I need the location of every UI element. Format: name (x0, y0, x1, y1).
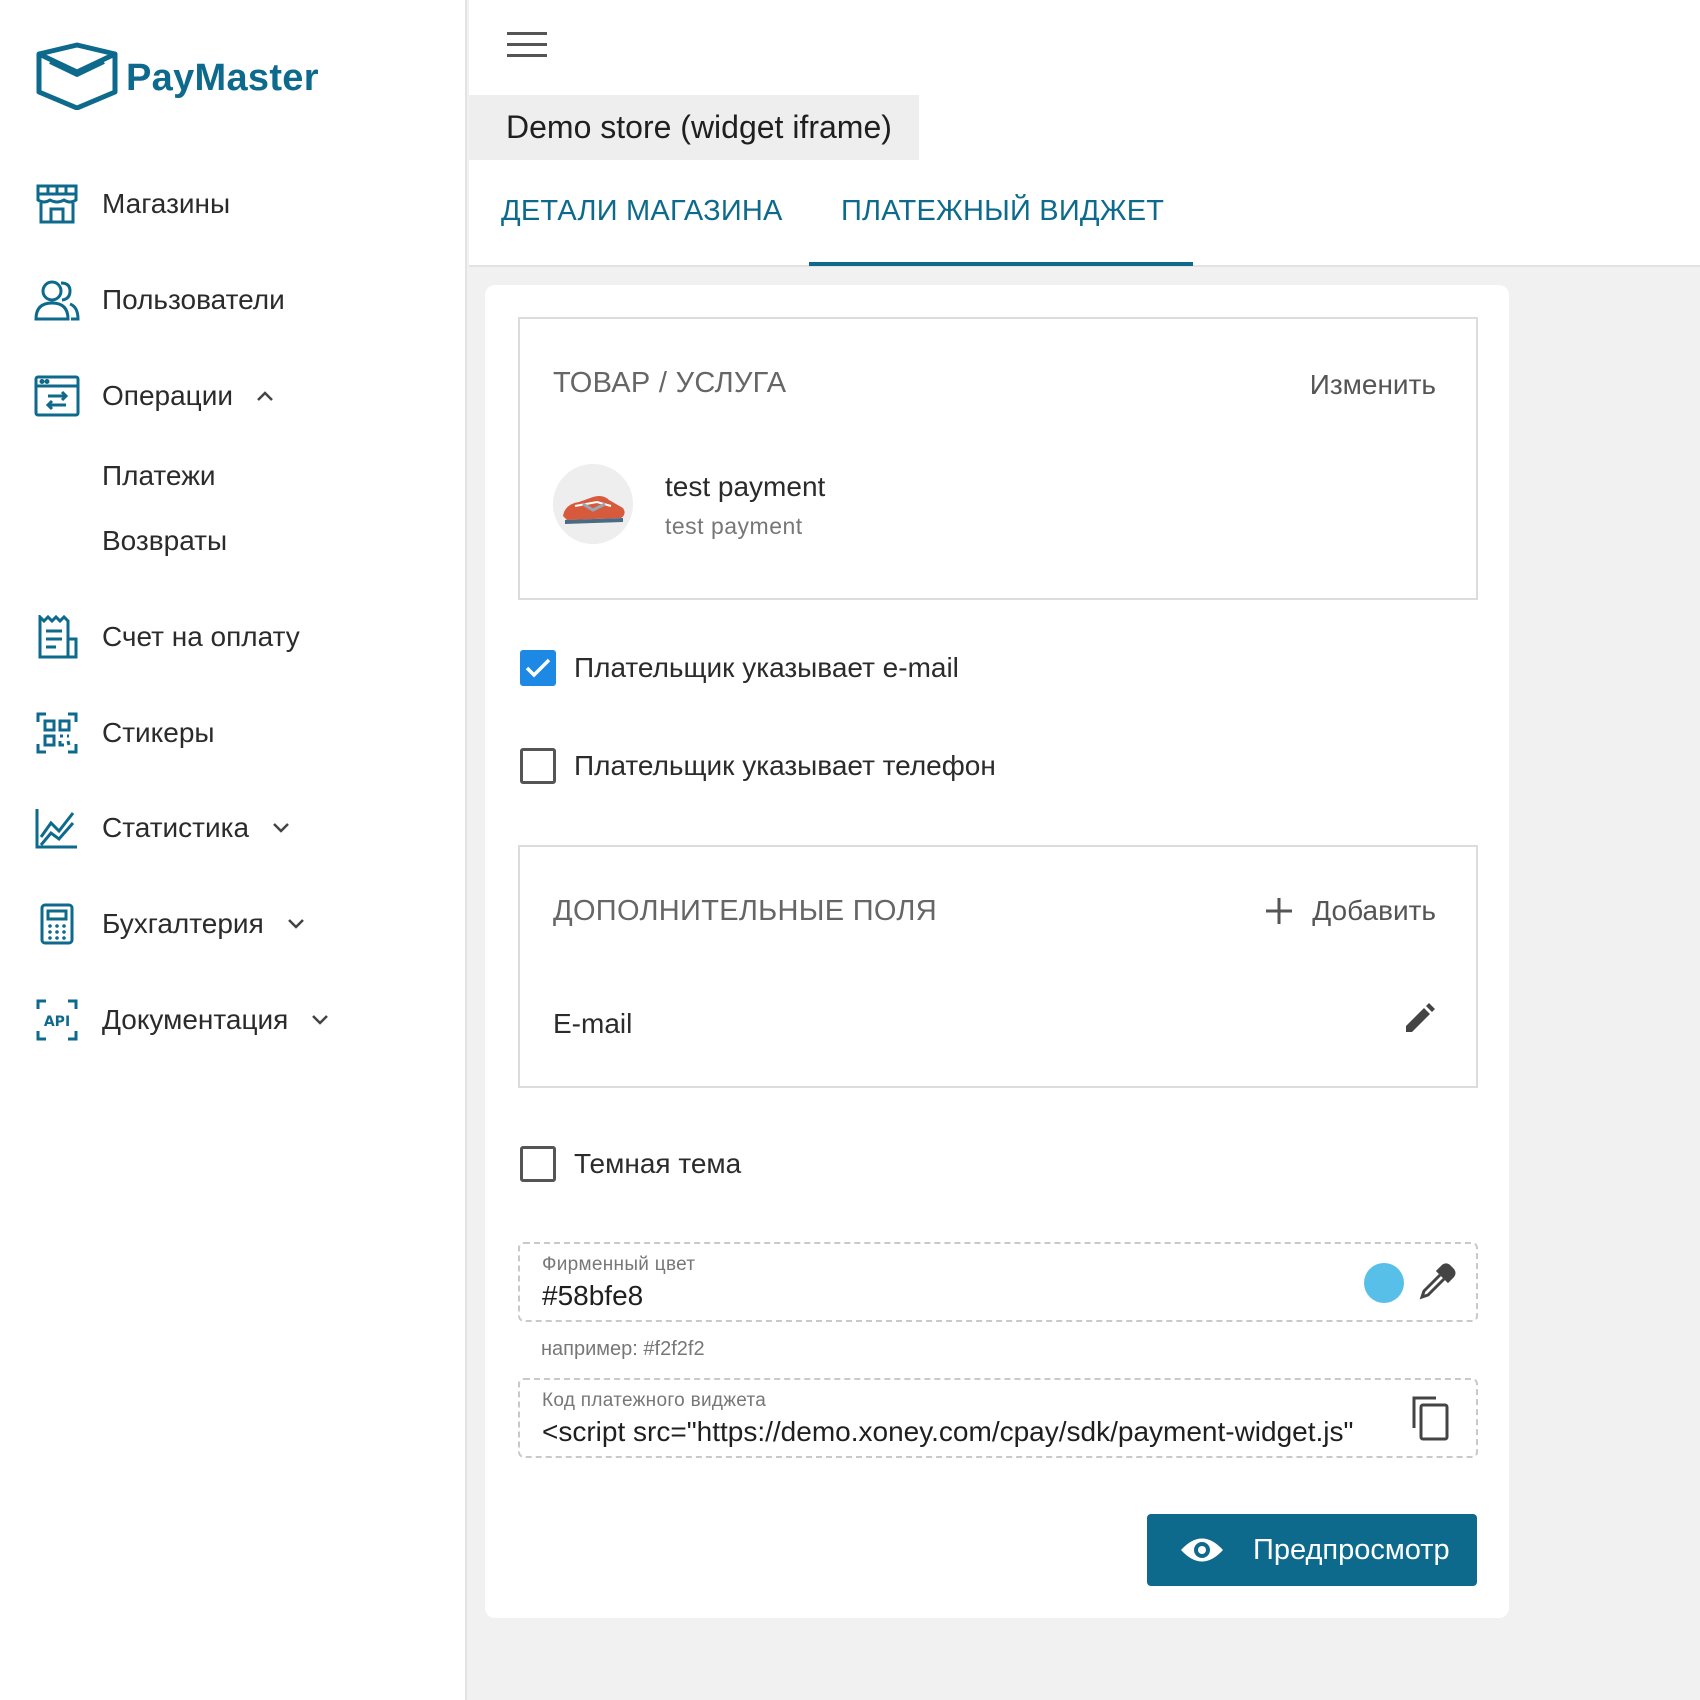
eye-icon (1179, 1533, 1227, 1567)
extra-field-name: E-mail (553, 1008, 633, 1039)
copy-icon[interactable] (1408, 1394, 1450, 1447)
store-icon (34, 181, 80, 227)
email-required-checkbox[interactable]: Плательщик указывает e-mail (520, 650, 959, 686)
sidebar-subitem-payments[interactable]: Платежи (102, 460, 216, 492)
sidebar-item-label: Операции (102, 380, 233, 411)
qr-icon (34, 710, 80, 756)
sidebar-item-label: Бухгалтерия (102, 908, 264, 939)
sidebar-item-label: Документация (102, 1004, 289, 1035)
sidebar-item-stores[interactable]: Магазины (34, 181, 230, 227)
chevron-down-icon[interactable] (271, 818, 291, 838)
chart-icon (34, 805, 80, 851)
tab-payment-widget[interactable]: ПЛАТЕЖНЫЙ ВИДЖЕТ (841, 195, 1164, 228)
checkbox-checked-icon[interactable] (520, 650, 556, 686)
sidebar-item-statistics[interactable]: Статистика (34, 805, 291, 851)
store-title: Demo store (widget iframe) (469, 95, 919, 160)
sidebar-item-documentation[interactable]: API Документация (34, 997, 330, 1043)
chevron-down-icon[interactable] (286, 914, 306, 934)
field-label: Фирменный цвет (542, 1254, 696, 1275)
invoice-icon (34, 614, 80, 660)
edit-pencil-icon[interactable] (1402, 1002, 1436, 1041)
logo-text: PayMaster (126, 57, 319, 99)
widget-code-field[interactable]: Код платежного виджета <script src="http… (518, 1378, 1478, 1458)
tab-store-details[interactable]: ДЕТАЛИ МАГАЗИНА (501, 195, 783, 228)
sidebar-item-stickers[interactable]: Стикеры (34, 710, 215, 756)
logo-icon (36, 42, 118, 115)
plus-icon (1264, 896, 1294, 926)
sidebar-item-label: Магазины (102, 188, 231, 219)
product-section: ТОВАР / УСЛУГА Изменить test payment tes… (518, 317, 1478, 600)
header: Demo store (widget iframe) ДЕТАЛИ МАГАЗИ… (469, 0, 1700, 267)
svg-text:API: API (44, 1014, 70, 1030)
hamburger-menu-icon[interactable] (507, 32, 547, 62)
product-name: test payment (665, 471, 826, 502)
sidebar: PayMaster Магазины Пользователи Операции… (0, 0, 467, 1700)
active-tab-indicator (809, 262, 1193, 266)
preview-button-label: Предпросмотр (1253, 1533, 1450, 1566)
color-swatch[interactable] (1364, 1263, 1404, 1303)
checkbox-unchecked-icon[interactable] (520, 1146, 556, 1182)
sidebar-item-label: Статистика (102, 812, 250, 843)
brand-color-field[interactable]: Фирменный цвет #58bfe8 (518, 1242, 1478, 1322)
sidebar-item-label: Стикеры (102, 717, 215, 748)
users-icon (34, 277, 80, 323)
sidebar-item-users[interactable]: Пользователи (34, 277, 285, 323)
field-label: Код платежного виджета (542, 1390, 767, 1411)
extra-fields-title: ДОПОЛНИТЕЛЬНЫЕ ПОЛЯ (553, 895, 937, 927)
brand-color-hint: например: #f2f2f2 (541, 1338, 705, 1360)
widget-code-input[interactable]: <script src="https://demo.xoney.com/cpay… (542, 1416, 1353, 1448)
checkbox-label: Темная тема (574, 1148, 742, 1179)
sidebar-item-label: Счет на оплату (102, 621, 300, 652)
sidebar-item-operations[interactable]: Операции (34, 373, 275, 419)
checkbox-label: Плательщик указывает e-mail (574, 652, 959, 683)
chevron-down-icon[interactable] (310, 1010, 330, 1030)
api-icon: API (34, 997, 80, 1043)
chevron-up-icon[interactable] (255, 386, 275, 406)
phone-required-checkbox[interactable]: Плательщик указывает телефон (520, 748, 996, 784)
extra-fields-section: ДОПОЛНИТЕЛЬНЫЕ ПОЛЯ Добавить E-mail (518, 845, 1478, 1088)
logo[interactable]: PayMaster (36, 42, 319, 115)
edit-product-button[interactable]: Изменить (1310, 369, 1436, 401)
add-field-label: Добавить (1312, 895, 1436, 926)
eyedropper-icon[interactable] (1418, 1263, 1456, 1306)
sidebar-item-accounting[interactable]: Бухгалтерия (34, 901, 306, 947)
checkbox-unchecked-icon[interactable] (520, 748, 556, 784)
widget-settings-card: ТОВАР / УСЛУГА Изменить test payment tes… (485, 285, 1509, 1618)
brand-color-input[interactable]: #58bfe8 (542, 1280, 643, 1312)
sidebar-item-label: Пользователи (102, 284, 285, 315)
add-field-button[interactable]: Добавить (1264, 895, 1436, 927)
calculator-icon (34, 901, 80, 947)
product-image (553, 464, 633, 544)
product-description: test payment (665, 513, 803, 539)
operations-icon (34, 373, 80, 419)
checkbox-label: Плательщик указывает телефон (574, 750, 996, 781)
preview-button[interactable]: Предпросмотр (1147, 1514, 1477, 1586)
dark-theme-checkbox[interactable]: Темная тема (520, 1146, 741, 1182)
sidebar-item-invoice[interactable]: Счет на оплату (34, 614, 300, 660)
product-section-title: ТОВАР / УСЛУГА (553, 367, 787, 399)
sidebar-subitem-refunds[interactable]: Возвраты (102, 525, 227, 557)
